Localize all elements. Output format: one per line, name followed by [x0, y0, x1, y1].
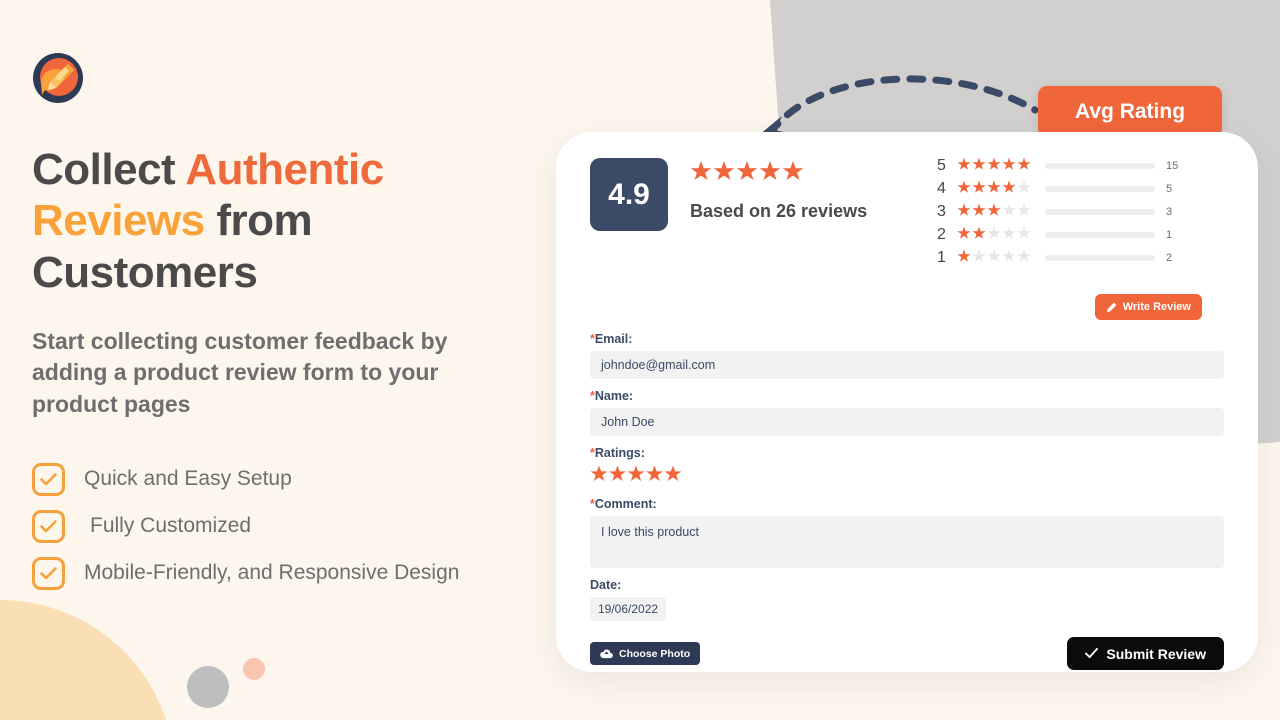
background-orange-circle — [0, 600, 175, 720]
star-rating-4 — [957, 180, 1033, 198]
comment-label-text: Comment: — [594, 497, 657, 511]
email-label-text: Email: — [594, 332, 633, 346]
submit-review-label: Submit Review — [1106, 645, 1206, 662]
background-gray-circle — [187, 666, 229, 708]
choose-photo-label: Choose Photo — [619, 647, 691, 660]
average-score-box: 4.9 — [590, 158, 668, 231]
rating-bar-track — [1045, 208, 1155, 215]
date-field[interactable]: 19/06/2022 — [590, 597, 666, 621]
feature-checklist: Quick and Easy Setup Fully Customized Mo… — [32, 456, 552, 597]
review-form: *Email: johndoe@gmail.com *Name: John Do… — [590, 332, 1224, 670]
review-widget-card: 4.9 Based on 26 reviews 5 15 4 5 3 3 2 1… — [556, 132, 1258, 672]
ratings-label-text: Ratings: — [594, 446, 645, 460]
rating-bar-track — [1045, 254, 1155, 261]
table-row: 5 15 — [934, 154, 1184, 177]
comment-label: *Comment: — [590, 497, 1224, 511]
list-item-label: Fully Customized — [90, 514, 252, 538]
table-row: 2 1 — [934, 223, 1184, 246]
name-label-text: Name: — [594, 389, 634, 403]
avg-rating-badge: Avg Rating — [1038, 86, 1222, 137]
rating-level-label: 1 — [937, 248, 946, 266]
comment-field[interactable]: I love this product — [590, 516, 1224, 568]
ratings-label: *Ratings: — [590, 446, 1224, 460]
rating-count: 1 — [1166, 228, 1173, 241]
hero-content: Collect Authentic Reviews from Customers… — [32, 52, 552, 597]
date-value: 19/06/2022 — [598, 602, 659, 616]
table-row: 4 5 — [934, 177, 1184, 200]
list-item: Fully Customized — [32, 503, 552, 550]
check-circle-icon — [32, 462, 65, 496]
star-rating-5 — [957, 157, 1033, 175]
rating-count: 5 — [1166, 182, 1173, 195]
email-field-group: *Email: johndoe@gmail.com — [590, 332, 1224, 379]
headline-part-4: from — [204, 196, 313, 246]
rating-count: 15 — [1166, 159, 1179, 172]
email-value: johndoe@gmail.com — [601, 358, 716, 372]
email-field[interactable]: johndoe@gmail.com — [590, 351, 1224, 379]
based-on-reviews-text: Based on 26 reviews — [690, 201, 868, 221]
rating-summary: 4.9 Based on 26 reviews — [590, 158, 867, 231]
rating-level-label: 5 — [937, 156, 946, 174]
table-row: 3 3 — [934, 200, 1184, 223]
table-row: 1 2 — [934, 246, 1184, 269]
list-item: Quick and Easy Setup — [32, 456, 552, 503]
page-title: Collect Authentic Reviews from Customers — [32, 144, 552, 298]
pencil-speech-bubble-logo — [33, 53, 83, 103]
star-rating-2 — [957, 226, 1033, 244]
submit-review-button[interactable]: Submit Review — [1067, 637, 1224, 670]
comment-value: I love this product — [601, 525, 699, 539]
rating-level-label: 3 — [937, 202, 946, 220]
rating-bar-track — [1045, 185, 1155, 192]
list-item-label: Mobile-Friendly, and Responsive Design — [84, 561, 460, 585]
name-value: John Doe — [601, 415, 655, 429]
headline-part-3: Reviews — [32, 196, 205, 246]
date-label: Date: — [590, 578, 622, 592]
average-star-rating — [690, 160, 867, 187]
rating-level-label: 2 — [937, 225, 946, 243]
background-peach-circle — [243, 658, 265, 680]
pencil-icon — [1106, 302, 1117, 312]
list-item: Mobile-Friendly, and Responsive Design — [32, 550, 552, 597]
cloud-upload-icon — [600, 649, 613, 658]
ratings-star-input[interactable] — [590, 465, 1224, 487]
headline-part-1: Collect — [32, 145, 186, 194]
write-review-button[interactable]: Write Review — [1094, 294, 1202, 320]
email-label: *Email: — [590, 332, 1224, 346]
name-field[interactable]: John Doe — [590, 408, 1224, 436]
name-label: *Name: — [590, 389, 1224, 403]
choose-photo-button[interactable]: Choose Photo — [590, 642, 701, 665]
list-item-label: Quick and Easy Setup — [84, 467, 292, 491]
average-score-value: 4.9 — [608, 177, 650, 211]
name-field-group: *Name: John Doe — [590, 389, 1224, 436]
ratings-field-group: *Ratings: — [590, 446, 1224, 487]
write-review-label: Write Review — [1122, 301, 1191, 313]
headline-part-5: Customers — [32, 247, 258, 297]
rating-count: 2 — [1166, 251, 1173, 264]
check-circle-icon — [32, 509, 65, 543]
rating-bar-track — [1045, 162, 1155, 169]
date-field-group: Date: 19/06/2022 — [590, 578, 1224, 621]
promo-banner: Avg Rating Collect Authentic Reviews fro… — [0, 0, 1280, 720]
rating-distribution-chart: 5 15 4 5 3 3 2 1 1 2 — [934, 154, 1184, 269]
form-actions: Choose Photo Submit Review — [590, 637, 1224, 670]
star-rating-1 — [957, 249, 1033, 267]
headline-part-2: Authentic — [185, 145, 384, 194]
star-rating-3 — [957, 203, 1033, 221]
check-icon — [1085, 648, 1099, 659]
avg-rating-badge-label: Avg Rating — [1074, 99, 1186, 123]
comment-field-group: *Comment: I love this product — [590, 497, 1224, 568]
check-circle-icon — [32, 556, 65, 590]
rating-bar-track — [1045, 231, 1155, 238]
rating-level-label: 4 — [937, 179, 946, 197]
hero-subheadline: Start collecting customer feedback by ad… — [32, 328, 448, 417]
rating-count: 3 — [1166, 205, 1173, 218]
